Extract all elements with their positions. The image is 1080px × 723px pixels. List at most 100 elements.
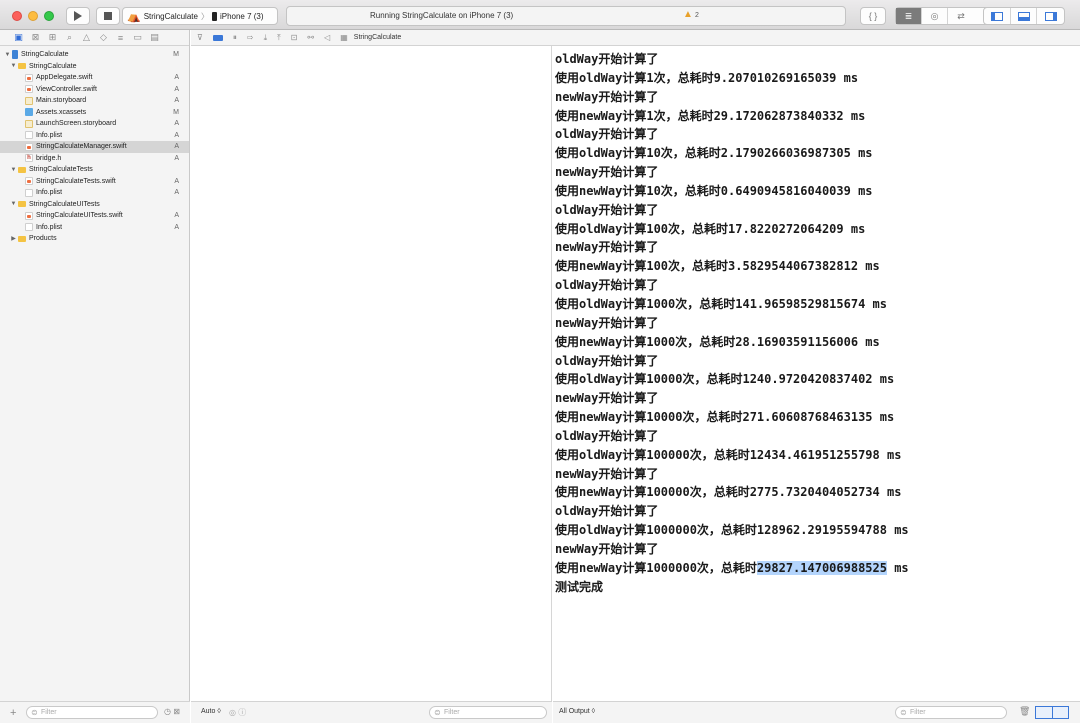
minimize-window-button[interactable] bbox=[28, 11, 38, 21]
view-debugger-icon[interactable]: ⊡ bbox=[291, 33, 298, 42]
memory-graph-icon[interactable]: ⚯ bbox=[307, 33, 314, 42]
variables-filter-bar: Auto ◊ ◎ ⓘ ⊜ Filter bbox=[191, 701, 552, 723]
console-line: 使用newWay计算10次，总耗时0.6490945816040039 ms bbox=[555, 183, 873, 198]
tree-item-group[interactable]: ▼ StringCalculateUITests bbox=[0, 199, 189, 211]
console-line: 使用newWay计算1000000次，总耗时29827.147006988525… bbox=[555, 559, 1080, 578]
zoom-window-button[interactable] bbox=[44, 11, 54, 21]
scheme-name: StringCalculate bbox=[143, 11, 198, 21]
console-line: 使用oldWay计算10000次，总耗时1240.9720420837402 m… bbox=[555, 372, 895, 387]
step-over-icon[interactable]: ⇨ bbox=[247, 33, 254, 42]
tree-item-project[interactable]: ▼ StringCalculate M bbox=[0, 49, 189, 61]
tree-item-label: Info.plist bbox=[36, 189, 63, 197]
tree-item-label: StringCalculateTests.swift bbox=[36, 177, 116, 185]
hide-debug-area-icon[interactable]: ⊽ bbox=[197, 33, 203, 42]
close-window-button[interactable] bbox=[12, 11, 22, 21]
console-filter-input[interactable]: ⊜ Filter bbox=[895, 706, 1007, 719]
iphone-icon bbox=[211, 11, 217, 21]
symbol-icon[interactable]: ⊞ bbox=[44, 32, 61, 43]
window-toolbar: ⛺ StringCalculate 〉 iPhone 7 (3) Running… bbox=[0, 0, 1080, 30]
right-split-icon bbox=[1052, 707, 1068, 718]
view-toggle-segment[interactable] bbox=[983, 7, 1065, 25]
version-editor-icon[interactable]: ⇄ bbox=[948, 8, 974, 24]
disclosure-open-icon[interactable]: ▼ bbox=[10, 167, 17, 173]
scm-status-badge: A bbox=[174, 74, 179, 82]
console-line: oldWay开始计算了 bbox=[555, 278, 659, 293]
scm-status-badge: A bbox=[174, 212, 179, 220]
assistant-editor-icon[interactable]: ◎ bbox=[922, 8, 948, 24]
breakpoints-toggle-icon[interactable] bbox=[212, 34, 223, 41]
console-line: newWay开始计算了 bbox=[555, 541, 659, 556]
navigator-filter-input[interactable]: ⊜ Filter bbox=[26, 706, 158, 719]
filter-icon: ⊜ bbox=[434, 708, 441, 717]
folder-icon[interactable]: ▣ bbox=[10, 32, 27, 43]
console-line: 使用oldWay计算1次，总耗时9.207010269165039 ms bbox=[555, 70, 859, 85]
debug-icon[interactable]: ≡ bbox=[112, 33, 129, 43]
report-icon[interactable]: ▤ bbox=[146, 32, 163, 43]
variables-scope-popup[interactable]: Auto ◊ bbox=[201, 708, 221, 715]
console-line: newWay开始计算了 bbox=[555, 466, 659, 481]
app-icon: ▦ bbox=[340, 33, 348, 42]
tree-item-file[interactable]: Info.plist A bbox=[0, 130, 189, 142]
scheme-selector[interactable]: ⛺ StringCalculate 〉 iPhone 7 (3) bbox=[122, 7, 278, 25]
add-file-button[interactable]: + bbox=[10, 707, 16, 719]
tree-item-file[interactable]: h bridge.h A bbox=[0, 153, 189, 165]
console-line: 使用newWay计算10000次，总耗时271.60608768463135 m… bbox=[555, 410, 895, 425]
console-line: 使用oldWay计算1000次，总耗时141.96598529815674 ms bbox=[555, 296, 887, 311]
stop-button[interactable] bbox=[96, 7, 120, 25]
console-line: 使用newWay计算100次，总耗时3.5829544067382812 ms bbox=[555, 259, 880, 274]
tree-item-file[interactable]: StringCalculateUITests.swift A bbox=[0, 210, 189, 222]
step-in-icon[interactable]: ⤓ bbox=[264, 33, 268, 43]
selected-text[interactable]: 29827.147006988525 bbox=[756, 560, 887, 575]
tree-item-file[interactable]: StringCalculateTests.swift A bbox=[0, 176, 189, 188]
console-output[interactable]: oldWay开始计算了 使用oldWay计算1次，总耗时9.20701026916… bbox=[553, 46, 1080, 701]
source-control-icon[interactable]: ⊠ bbox=[27, 32, 44, 43]
warning-count[interactable]: 2 bbox=[695, 12, 699, 19]
tree-item-label: Info.plist bbox=[36, 223, 63, 231]
pause-icon[interactable]: ⏸ bbox=[233, 33, 237, 43]
toggle-inspector-button[interactable] bbox=[1037, 8, 1064, 24]
disclosure-open-icon[interactable]: ▼ bbox=[10, 63, 17, 69]
recent-files-icon[interactable]: ◷ ⊠ bbox=[164, 707, 180, 716]
split-view-toggle[interactable] bbox=[1035, 706, 1069, 719]
trash-icon[interactable]: 🗑 bbox=[1019, 706, 1030, 717]
tree-item-group[interactable]: ▶ Products bbox=[0, 233, 189, 245]
toggle-debug-area-button[interactable] bbox=[1011, 8, 1038, 24]
issue-icon[interactable]: △ bbox=[78, 32, 95, 43]
standard-editor-icon[interactable]: ≣ bbox=[896, 8, 922, 24]
tree-item-file[interactable]: AppDelegate.swift A bbox=[0, 72, 189, 84]
warning-icon[interactable]: ▲ bbox=[683, 9, 693, 20]
tree-item-file-selected[interactable]: StringCalculateManager.swift A bbox=[0, 141, 189, 153]
tree-item-group[interactable]: ▼ StringCalculate bbox=[0, 61, 189, 73]
disclosure-open-icon[interactable]: ▼ bbox=[10, 201, 17, 207]
run-button[interactable] bbox=[66, 7, 90, 25]
quick-look-icon[interactable]: ◎ ⓘ bbox=[229, 707, 246, 718]
disclosure-open-icon[interactable]: ▼ bbox=[4, 52, 11, 58]
toggle-navigator-button[interactable] bbox=[984, 8, 1011, 24]
tree-item-file[interactable]: Assets.xcassets M bbox=[0, 107, 189, 119]
tree-item-label: Info.plist bbox=[36, 131, 63, 139]
tree-item-file[interactable]: ViewController.swift A bbox=[0, 84, 189, 96]
console-line: 使用oldWay计算1000000次，总耗时128962.29195594788… bbox=[555, 523, 909, 538]
output-popup[interactable]: All Output ◊ bbox=[559, 708, 595, 715]
test-icon[interactable]: ◇ bbox=[95, 32, 112, 43]
project-navigator: ▣ ⊠ ⊞ ⌕ △ ◇ ≡ ▭ ▤ ▼ StringCalculate M ▼ … bbox=[0, 30, 190, 723]
location-icon[interactable]: ◁ bbox=[324, 33, 330, 42]
plist-file-icon bbox=[25, 223, 33, 232]
breakpoint-icon[interactable]: ▭ bbox=[129, 32, 146, 43]
step-out-icon[interactable]: ⤒ bbox=[277, 33, 281, 43]
variables-view bbox=[191, 46, 552, 701]
tree-item-file[interactable]: LaunchScreen.storyboard A bbox=[0, 118, 189, 130]
tree-item-group[interactable]: ▼ StringCalculateTests bbox=[0, 164, 189, 176]
tree-item-file[interactable]: Main.storyboard A bbox=[0, 95, 189, 107]
tree-item-file[interactable]: Info.plist A bbox=[0, 187, 189, 199]
filter-icon: ⊜ bbox=[900, 708, 907, 717]
debug-breadcrumb[interactable]: StringCalculate bbox=[354, 34, 401, 41]
console-line: newWay开始计算了 bbox=[555, 315, 659, 330]
variables-filter-input[interactable]: ⊜ Filter bbox=[429, 706, 547, 719]
disclosure-closed-icon[interactable]: ▶ bbox=[10, 235, 17, 242]
console-line-text: 使用newWay计算1000000次，总耗时 bbox=[555, 560, 757, 575]
search-icon[interactable]: ⌕ bbox=[61, 32, 78, 43]
tree-item-file[interactable]: Info.plist A bbox=[0, 222, 189, 234]
tree-item-label: StringCalculate bbox=[29, 62, 77, 70]
library-button[interactable]: { } bbox=[860, 7, 886, 25]
